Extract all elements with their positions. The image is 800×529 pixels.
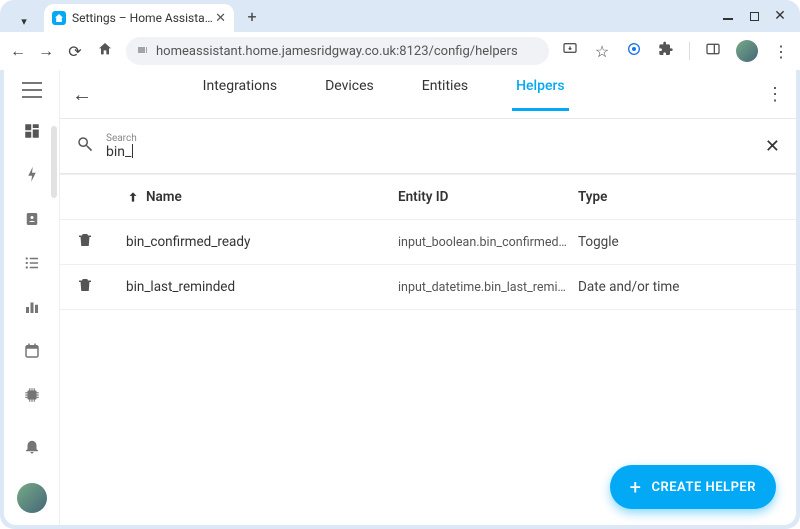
calendar-icon[interactable] [17,336,47,366]
window-close-button[interactable]: ✕ [774,10,786,22]
energy-icon[interactable] [17,160,47,190]
bar-chart-icon[interactable] [17,292,47,322]
table-row[interactable]: bin_confirmed_ready input_boolean.bin_co… [60,219,796,264]
sidebar-rail [4,70,60,525]
browser-tabstrip: ▾ Settings – Home Assista… ✕ + ✕ [0,0,800,32]
tab-helpers[interactable]: Helpers [512,78,569,111]
search-input[interactable]: Search bin_ [106,133,765,160]
row-entity-id: input_boolean.bin_confirmed_re… [398,235,578,250]
table-header-row: Name Entity ID Type [60,174,796,219]
search-icon [76,135,98,157]
sidepanel-icon[interactable] [704,41,722,61]
create-helper-label: CREATE HELPER [651,480,756,495]
shield-icon[interactable] [625,41,643,61]
install-app-icon[interactable] [561,41,579,61]
dashboard-icon[interactable] [17,116,47,146]
hardware-icon[interactable] [17,380,47,410]
rail-scrollbar[interactable] [51,126,57,198]
search-value: bin_ [106,144,765,160]
list-icon[interactable] [17,248,47,278]
tablist-dropdown-button[interactable]: ▾ [8,10,40,32]
window-maximize-button[interactable] [748,10,760,22]
row-type: Toggle [578,234,780,250]
window-controls: ✕ [722,10,800,22]
search-row: Search bin_ ✕ [60,119,796,174]
url-text: homeassistant.home.jamesridgway.co.uk:81… [156,44,518,59]
home-assistant-icon [52,11,66,25]
table-row[interactable]: bin_last_reminded input_datetime.bin_las… [60,264,796,310]
row-entity-id: input_datetime.bin_last_reminded [398,280,578,295]
new-tab-button[interactable]: + [240,4,264,28]
tab-devices[interactable]: Devices [321,78,378,111]
back-button[interactable]: ← [72,82,100,107]
tab-integrations[interactable]: Integrations [199,78,281,111]
sort-asc-icon [126,190,140,204]
user-avatar-icon[interactable] [17,483,47,513]
tab-entities[interactable]: Entities [418,78,472,111]
trash-icon [76,276,126,298]
window-minimize-button[interactable] [722,10,734,22]
bookmark-star-icon[interactable]: ☆ [593,42,611,61]
profile-avatar-icon[interactable] [736,40,758,62]
url-bar[interactable]: homeassistant.home.jamesridgway.co.uk:81… [126,37,549,65]
site-controls-icon[interactable] [136,44,148,59]
overflow-menu-button[interactable]: ⋮ [766,84,784,105]
hamburger-menu-button[interactable] [22,82,42,98]
create-helper-button[interactable]: + CREATE HELPER [610,465,776,509]
home-button[interactable] [96,41,114,61]
row-name: bin_last_reminded [126,279,398,295]
column-name-header[interactable]: Name [126,189,398,205]
browser-toolbar: ← → ⟳ homeassistant.home.jamesridgway.co… [0,32,800,70]
column-type-header[interactable]: Type [578,189,780,205]
nav-back-button[interactable]: ← [10,41,26,61]
browser-tab-title: Settings – Home Assista… [72,11,213,25]
chrome-menu-button[interactable]: ⋮ [772,42,790,61]
row-type: Date and/or time [578,279,780,295]
trash-icon [76,231,126,253]
plus-icon: + [630,475,642,499]
settings-tabbar: ← Integrations Devices Entities Helpers … [60,70,796,119]
toolbar-divider [689,42,690,60]
row-name: bin_confirmed_ready [126,234,398,250]
column-entity-id-header[interactable]: Entity ID [398,189,578,205]
notifications-bell-icon[interactable] [17,431,47,461]
clear-search-button[interactable]: ✕ [765,136,780,157]
reload-button[interactable]: ⟳ [66,42,84,61]
browser-tab-active[interactable]: Settings – Home Assista… ✕ [44,4,234,32]
person-badge-icon[interactable] [17,204,47,234]
search-label: Search [106,133,765,144]
nav-forward-button[interactable]: → [38,41,54,61]
close-tab-icon[interactable]: ✕ [215,11,226,26]
extensions-icon[interactable] [657,41,675,61]
